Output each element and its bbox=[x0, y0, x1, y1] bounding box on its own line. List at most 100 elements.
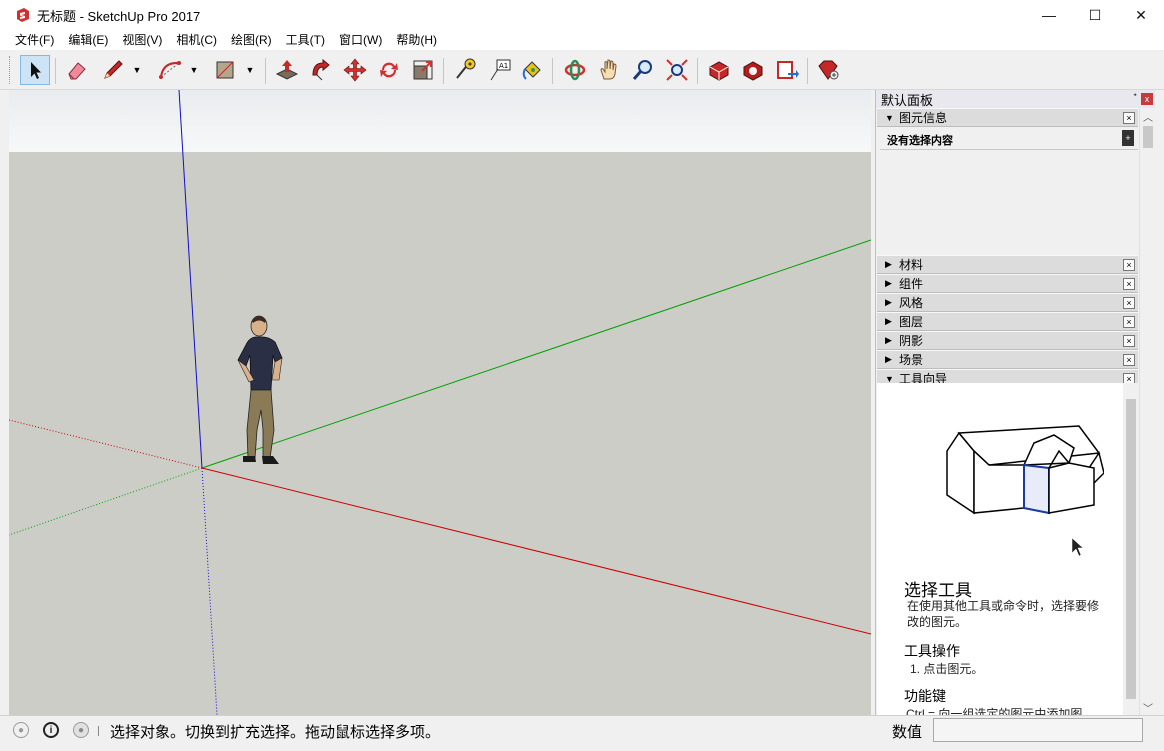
status-bar: ● i ● 选择对象。切换到扩充选择。拖动鼠标选择多项。 数值 bbox=[0, 715, 1164, 745]
close-button[interactable]: ✕ bbox=[1118, 0, 1164, 30]
window-bottom-border bbox=[0, 745, 1164, 751]
panel-entity-info[interactable]: ▼ 图元信息 × bbox=[877, 108, 1138, 127]
divider bbox=[880, 149, 1138, 150]
extension-warehouse-button[interactable] bbox=[738, 55, 768, 85]
3d-warehouse-button[interactable] bbox=[704, 55, 734, 85]
sky bbox=[9, 90, 871, 152]
text-tool-button[interactable]: A1 bbox=[485, 55, 515, 85]
panel-layers[interactable]: ▶ 图层 × bbox=[877, 312, 1138, 331]
orbit-tool-button[interactable] bbox=[560, 55, 590, 85]
no-selection-label: 没有选择内容 bbox=[887, 135, 953, 147]
arc-tool-button[interactable] bbox=[155, 55, 185, 85]
panel-close-button[interactable]: × bbox=[1123, 259, 1135, 271]
push-pull-tool-button[interactable] bbox=[272, 55, 302, 85]
expand-triangle-icon: ▶ bbox=[885, 335, 892, 345]
collapse-triangle-icon: ▼ bbox=[885, 112, 894, 123]
extension-warehouse-icon bbox=[743, 61, 763, 81]
scroll-thumb[interactable] bbox=[1126, 399, 1136, 699]
pin-icon[interactable]: ᐩ bbox=[1133, 92, 1137, 103]
pencil-icon bbox=[104, 60, 123, 79]
move-tool-button[interactable] bbox=[340, 55, 370, 85]
panel-title: 材料 bbox=[899, 258, 924, 272]
maximize-icon: ☐ bbox=[1088, 6, 1102, 23]
eraser-tool-button[interactable] bbox=[62, 55, 92, 85]
menu-camera[interactable]: 相机(C) bbox=[169, 30, 224, 50]
minimize-icon: — bbox=[1042, 7, 1056, 23]
zoom-icon bbox=[632, 60, 652, 80]
zoom-extents-tool-button[interactable] bbox=[662, 55, 692, 85]
entity-details-toggle[interactable]: + bbox=[1122, 130, 1134, 146]
rotate-tool-button[interactable] bbox=[374, 55, 404, 85]
orbit-icon bbox=[564, 59, 586, 81]
panel-scenes[interactable]: ▶ 场景 × bbox=[877, 350, 1138, 369]
panel-materials[interactable]: ▶ 材料 × bbox=[877, 255, 1138, 274]
modeling-viewport[interactable] bbox=[9, 90, 871, 715]
menu-edit[interactable]: 编辑(E) bbox=[61, 30, 115, 50]
move-icon bbox=[343, 58, 367, 82]
menu-view[interactable]: 视图(V) bbox=[115, 30, 169, 50]
panel-components[interactable]: ▶ 组件 × bbox=[877, 274, 1138, 293]
panel-shadows[interactable]: ▶ 阴影 × bbox=[877, 331, 1138, 350]
panel-close-button[interactable]: × bbox=[1123, 316, 1135, 328]
instructor-scrollbar[interactable] bbox=[1123, 383, 1139, 715]
tray-close-button[interactable]: x bbox=[1141, 93, 1153, 105]
panel-styles[interactable]: ▶ 风格 × bbox=[877, 293, 1138, 312]
default-tray: 默认面板 ᐩ x ▼ 图元信息 × 没有选择内容 + ▶ 材料 × ▶ 组件 ×… bbox=[875, 90, 1155, 715]
minimize-button[interactable]: — bbox=[1026, 0, 1072, 30]
geo-location-icon[interactable]: ● bbox=[13, 722, 29, 738]
menu-file[interactable]: 文件(F) bbox=[8, 30, 61, 50]
panel-close-button[interactable]: × bbox=[1123, 335, 1135, 347]
paint-bucket-tool-button[interactable] bbox=[517, 55, 547, 85]
scale-tool-button[interactable] bbox=[408, 55, 438, 85]
measurements-input[interactable] bbox=[933, 718, 1143, 742]
window-title: 无标题 - SketchUp Pro 2017 bbox=[37, 8, 201, 24]
user-account-icon[interactable]: ● bbox=[73, 722, 89, 738]
zoom-extents-icon bbox=[666, 59, 688, 81]
info-icon[interactable]: i bbox=[43, 722, 59, 738]
menu-tools[interactable]: 工具(T) bbox=[279, 30, 332, 50]
panel-title: 图层 bbox=[899, 315, 924, 329]
panel-title: 组件 bbox=[899, 277, 924, 291]
tape-measure-tool-button[interactable] bbox=[450, 55, 480, 85]
scroll-up-arrow-icon[interactable]: ︿ bbox=[1140, 108, 1156, 124]
pan-tool-button[interactable] bbox=[594, 55, 624, 85]
expand-triangle-icon: ▶ bbox=[885, 316, 892, 326]
panel-title: 阴影 bbox=[899, 334, 924, 348]
tray-scrollbar[interactable]: ︿ ﹀ bbox=[1139, 108, 1155, 715]
rotate-icon bbox=[380, 62, 398, 78]
instructor-keys-text: Ctrl = 向一组选定的图元中添加图 bbox=[906, 707, 1083, 715]
status-message: 选择对象。切换到扩充选择。拖动鼠标选择多项。 bbox=[110, 724, 441, 741]
panel-title: 图元信息 bbox=[899, 111, 948, 125]
layout-button[interactable] bbox=[772, 55, 802, 85]
panel-close-button[interactable]: × bbox=[1123, 278, 1135, 290]
toolbar-grip[interactable] bbox=[9, 56, 12, 84]
menu-draw[interactable]: 绘图(R) bbox=[224, 30, 279, 50]
scroll-down-arrow-icon[interactable]: ﹀ bbox=[1140, 699, 1156, 715]
tape-measure-icon bbox=[456, 58, 476, 79]
rectangle-dropdown-arrow[interactable]: ▼ bbox=[244, 55, 256, 85]
title-bar: 无标题 - SketchUp Pro 2017 — ☐ ✕ bbox=[0, 0, 1164, 30]
panel-close-button[interactable]: × bbox=[1123, 354, 1135, 366]
maximize-button[interactable]: ☐ bbox=[1072, 0, 1118, 30]
tray-title-bar: 默认面板 ᐩ x bbox=[876, 90, 1155, 108]
toolbar-separator bbox=[55, 58, 56, 84]
pencil-dropdown-arrow[interactable]: ▼ bbox=[131, 55, 143, 85]
zoom-tool-button[interactable] bbox=[628, 55, 658, 85]
menu-help[interactable]: 帮助(H) bbox=[389, 30, 444, 50]
rectangle-tool-button[interactable] bbox=[210, 55, 240, 85]
scroll-thumb[interactable] bbox=[1143, 126, 1153, 148]
panel-close-button[interactable]: × bbox=[1123, 112, 1135, 124]
instructor-operations-heading: 工具操作 bbox=[904, 643, 960, 659]
expand-triangle-icon: ▶ bbox=[885, 297, 892, 307]
3d-warehouse-icon bbox=[709, 61, 729, 81]
panel-close-button[interactable]: × bbox=[1123, 297, 1135, 309]
extension-manager-button[interactable] bbox=[813, 55, 843, 85]
toolbar-separator bbox=[807, 58, 808, 84]
follow-me-tool-button[interactable] bbox=[306, 55, 336, 85]
house-illustration bbox=[946, 425, 1104, 515]
arc-dropdown-arrow[interactable]: ▼ bbox=[188, 55, 200, 85]
menu-window[interactable]: 窗口(W) bbox=[332, 30, 389, 50]
pencil-tool-button[interactable] bbox=[98, 55, 128, 85]
instructor-description: 在使用其他工具或命令时，选择要修改的图元。 bbox=[907, 599, 1100, 629]
select-tool-button[interactable] bbox=[20, 55, 50, 85]
